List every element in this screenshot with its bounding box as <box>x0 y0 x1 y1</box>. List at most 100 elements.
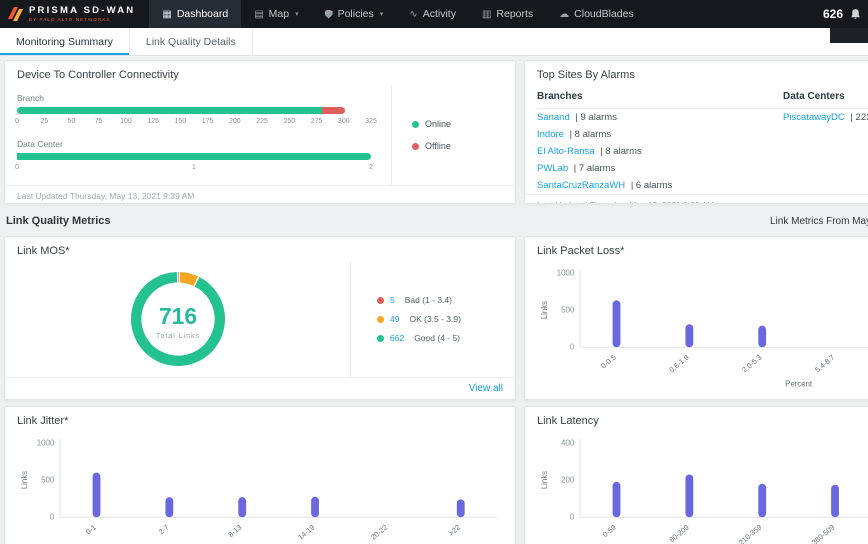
latency-chart: 02004000-5960-209210-359360-509Linksms <box>525 431 868 544</box>
brand-logo[interactable]: PRISMA SD-WAN BY PALO ALTO NETWORKS <box>8 0 149 28</box>
list-item: Sanand | 9 alarms <box>537 109 783 126</box>
prisma-logo-icon <box>8 7 24 21</box>
svg-text:360-509: 360-509 <box>810 523 836 544</box>
nav-policies[interactable]: Policies ▾ <box>312 0 397 28</box>
map-icon: ▤ <box>254 9 263 20</box>
alarm-count-text: | 6 alarms <box>631 180 673 191</box>
axis-tick: 2 <box>369 164 373 171</box>
mos-legend: 5 Bad (1 - 3.4) 49 OK (3.5 - 3.9) 662 Go… <box>351 261 515 377</box>
alarm-count-text: | 7 alarms <box>574 163 616 174</box>
mos-body: 716Total Links 5 Bad (1 - 3.4) 49 OK (3.… <box>5 261 515 377</box>
svg-text:2-7: 2-7 <box>157 523 171 537</box>
bell-icon[interactable] <box>849 8 862 21</box>
svg-text:0: 0 <box>570 343 575 352</box>
card-title: Link MOS* <box>5 237 515 261</box>
connectivity-body: Branch0255075100125150175200225250275300… <box>5 85 515 185</box>
link-metrics-date-text: Link Metrics From May 13, 2021 9:39 AM <box>770 216 868 227</box>
section-title: Link Quality Metrics <box>6 215 111 227</box>
svg-text:5.4-8.7: 5.4-8.7 <box>813 353 836 375</box>
chevron-down-icon: ▾ <box>380 10 384 18</box>
axis-tick: 0 <box>15 118 19 125</box>
card-title: Link Packet Loss* <box>525 237 868 261</box>
nav-map-label: Map <box>269 8 289 20</box>
bar <box>238 497 246 517</box>
site-link[interactable]: Sanand <box>537 112 570 123</box>
nav-activity[interactable]: ∿ Activity <box>396 0 469 28</box>
svg-text:500: 500 <box>561 305 575 314</box>
good-legend-dot <box>377 335 384 342</box>
legend-count: 5 <box>390 295 395 305</box>
top-nav: PRISMA SD-WAN BY PALO ALTO NETWORKS ▦ Da… <box>0 0 868 28</box>
card-title: Link Latency <box>525 407 868 431</box>
bar-track <box>17 107 371 114</box>
connectivity-legend: Online Offline <box>391 85 515 185</box>
svg-text:8-13: 8-13 <box>226 523 243 539</box>
view-all-link[interactable]: View all <box>469 383 503 394</box>
list-item: Indore | 8 alarms <box>537 126 783 143</box>
nav-cloudblades[interactable]: ☁ CloudBlades <box>546 0 647 28</box>
site-link[interactable]: PiscatawayDC <box>783 112 845 123</box>
svg-text:>22: >22 <box>447 523 462 538</box>
card-title: Device To Controller Connectivity <box>5 61 515 85</box>
nav-right: 626 <box>823 7 868 21</box>
axis-tick: 50 <box>68 118 76 125</box>
link-latency-card: Link Latency 02004000-5960-209210-359360… <box>524 406 868 544</box>
legend-label: OK (3.5 - 3.9) <box>409 314 461 324</box>
axis-tick: 325 <box>365 118 377 125</box>
svg-text:1000: 1000 <box>557 268 575 277</box>
tab-link-quality-details[interactable]: Link Quality Details <box>130 28 253 55</box>
svg-text:1000: 1000 <box>37 438 55 447</box>
site-link[interactable]: El Alto-Ransa <box>537 146 595 157</box>
svg-text:0: 0 <box>570 513 575 522</box>
link-jitter-card: Link Jitter* 050010000-12-78-1314-1920-2… <box>4 406 516 544</box>
tab-monitoring-summary[interactable]: Monitoring Summary <box>0 28 130 55</box>
axis-tick: 250 <box>283 118 295 125</box>
svg-text:Links: Links <box>540 471 549 489</box>
alarm-count-badge[interactable]: 626 <box>823 7 843 21</box>
site-link[interactable]: Indore <box>537 129 564 140</box>
branches-header: Branches <box>537 85 783 109</box>
nav-reports-label: Reports <box>496 8 533 20</box>
tab-monitoring-summary-label: Monitoring Summary <box>16 36 113 48</box>
nav-dashboard[interactable]: ▦ Dashboard <box>149 0 241 28</box>
tab-link-quality-details-label: Link Quality Details <box>146 36 236 48</box>
axis-tick: 275 <box>311 118 323 125</box>
bar-segment <box>17 107 322 114</box>
ok-legend-dot <box>377 316 384 323</box>
list-item: SantaCruzRanzaWH | 6 alarms <box>537 177 783 194</box>
svg-text:Links: Links <box>20 471 29 489</box>
legend-item-online: Online <box>412 119 515 129</box>
last-updated-text: Last Updated Thursday, May 13, 2021 9:39… <box>525 194 868 204</box>
legend-item-offline: Offline <box>412 141 515 151</box>
main-menu: ▦ Dashboard ▤ Map ▾ Policies ▾ ∿ Activit… <box>149 0 646 28</box>
brand-title: PRISMA SD-WAN <box>29 6 135 16</box>
bar-chart-svg: 050010000-0.50.6-1.92.0-5.35.4-8.7LinksP… <box>535 263 868 397</box>
list-item: PiscatawayDC | 223 alarms <box>783 109 868 126</box>
chevron-down-icon: ▾ <box>295 10 299 18</box>
connectivity-card: Device To Controller Connectivity Branch… <box>4 60 516 204</box>
site-link[interactable]: PWLab <box>537 163 568 174</box>
bad-legend-dot <box>377 297 384 304</box>
nav-policies-label: Policies <box>338 8 374 20</box>
bar <box>93 473 101 518</box>
bar <box>758 326 766 348</box>
axis-tick: 100 <box>120 118 132 125</box>
svg-text:14-19: 14-19 <box>296 523 316 542</box>
nav-cloudblades-label: CloudBlades <box>574 8 634 20</box>
nav-map[interactable]: ▤ Map ▾ <box>241 0 311 28</box>
link-mos-card: Link MOS* 716Total Links 5 Bad (1 - 3.4)… <box>4 236 516 400</box>
svg-text:2.0-5.3: 2.0-5.3 <box>740 353 763 375</box>
axis-tick: 0 <box>15 164 19 171</box>
nav-reports[interactable]: ▥ Reports <box>469 0 546 28</box>
axis-tick: 25 <box>40 118 48 125</box>
bar <box>613 482 621 517</box>
corner-panel <box>830 28 868 43</box>
alarm-count-text: | 8 alarms <box>600 146 642 157</box>
brand-text: PRISMA SD-WAN BY PALO ALTO NETWORKS <box>29 6 135 22</box>
dashboard-icon: ▦ <box>162 9 171 20</box>
last-updated-text: Last Updated Thursday, May 13, 2021 9:39… <box>5 185 515 204</box>
bar-segment <box>17 153 371 160</box>
axis-tick: 175 <box>202 118 214 125</box>
list-item: PWLab | 7 alarms <box>537 160 783 177</box>
site-link[interactable]: SantaCruzRanzaWH <box>537 180 625 191</box>
